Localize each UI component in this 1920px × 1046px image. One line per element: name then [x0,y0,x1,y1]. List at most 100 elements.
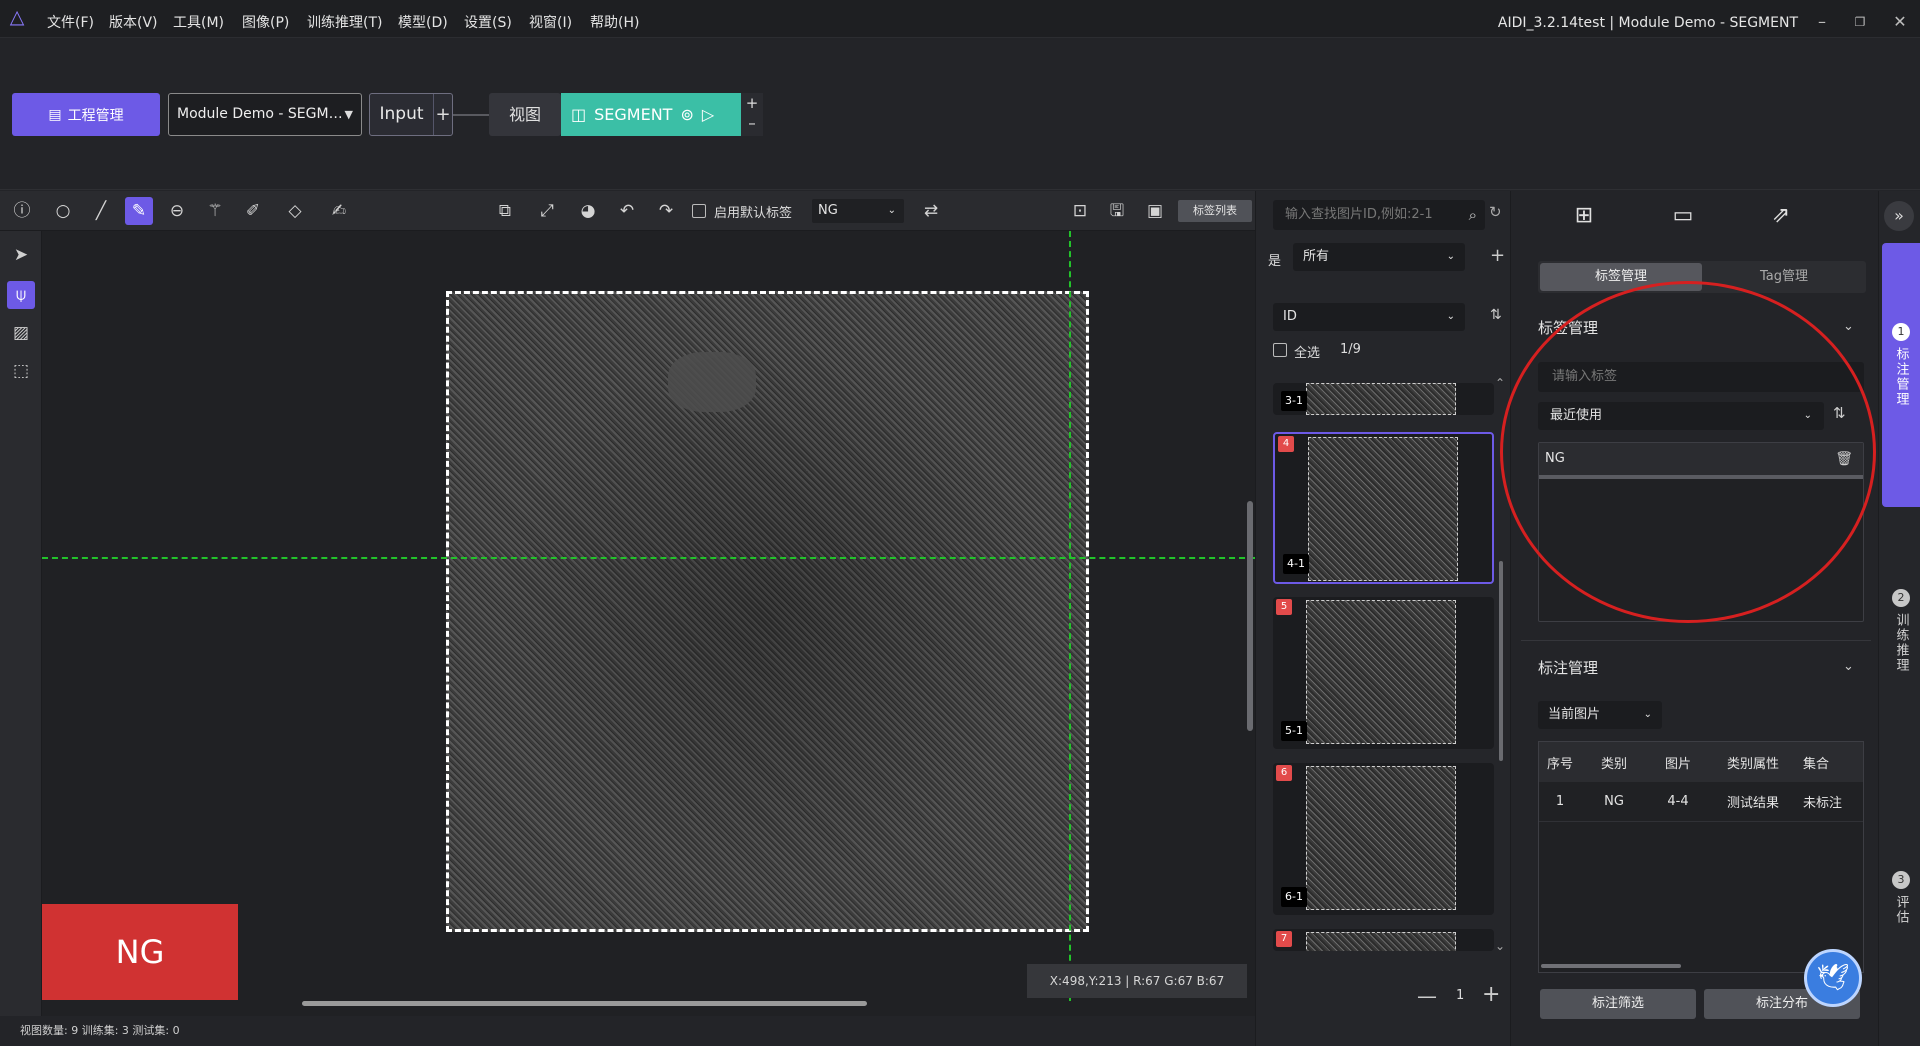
sort-order-icon[interactable]: ⇅ [1490,307,1502,323]
vertical-scrollbar[interactable] [1247,501,1253,731]
horizontal-scrollbar[interactable] [302,1001,867,1006]
menu-file[interactable]: 文件(F) [47,0,94,38]
crosshair-vertical [1069,231,1071,1001]
menu-version[interactable]: 版本(V) [109,0,158,38]
label-input[interactable]: 请输入标签 [1538,362,1864,392]
eraser-icon[interactable]: ◇ [281,197,309,225]
magic-wand-icon[interactable]: ⚚ [201,197,229,225]
page-next-button[interactable]: + [1482,982,1500,1007]
image-canvas[interactable]: NG X:498,Y:213 | R:67 G:67 B:67 [42,231,1255,1016]
menu-window[interactable]: 视窗(I) [529,0,572,38]
view-node[interactable]: 视图 [489,93,561,136]
thumbnail-index: 4 [1278,436,1294,452]
info-icon[interactable]: ⓘ [8,197,36,225]
menu-tools[interactable]: 工具(M) [173,0,224,38]
circle-split-tool-icon[interactable]: ⊖ [163,197,191,225]
workflow-rail: » 1 标注管理 2 训练推理 3 评估 [1878,191,1920,1046]
palette-icon[interactable]: ◕ [574,197,602,225]
project-manage-button[interactable]: ▤ 工程管理 [12,93,160,136]
save-icon[interactable]: 🖫 [1103,197,1131,225]
brush-tool-icon[interactable]: ✐ [239,197,267,225]
thumbnail-image [1306,600,1456,744]
collapse-icon[interactable]: » [1884,201,1914,231]
step-label: 训练推理 [1893,613,1909,673]
thumbnail-image [1306,932,1456,951]
step-evaluate[interactable]: 3 评估 [1882,871,1920,971]
roi-icon[interactable]: ⬚ [7,357,35,385]
menu-settings[interactable]: 设置(S) [464,0,512,38]
ok-icon[interactable]: ⊡ [1066,197,1094,225]
scroll-top-icon[interactable]: ⌃ [1495,376,1505,390]
step-train[interactable]: 2 训练推理 [1882,589,1920,709]
image-thumbnail[interactable]: 6 6-1 [1273,763,1494,915]
menu-help[interactable]: 帮助(H) [590,0,639,38]
add-image-icon[interactable]: + [1490,245,1505,266]
location-icon[interactable]: ⊚ [680,105,693,124]
polygon-pen-tool-icon[interactable]: ✎ [125,197,153,225]
chevron-down-icon: ⌄ [887,205,896,216]
image-list-panel: 输入查找图片ID,例如:2-1 ⌕ ↻ 是 所有 ⌄ + ID ⌄ ⇅ 全选 1… [1255,191,1510,1046]
trash-icon[interactable]: 🗑 [1835,443,1853,475]
step-number: 3 [1892,871,1910,889]
segment-node[interactable]: ◫ SEGMENT ⊚ ▷ [561,93,741,136]
recent-select[interactable]: 最近使用 ⌄ [1538,402,1824,430]
image-thumbnail[interactable]: 7 [1273,929,1494,951]
restore-icon[interactable]: ❐ [1850,12,1870,32]
tab-tag-management[interactable]: Tag管理 [1704,263,1864,291]
add-image-icon[interactable]: ⊞ [1569,203,1599,231]
export-image-icon[interactable]: ⇗ [1766,203,1796,231]
scroll-bottom-icon[interactable]: ⌄ [1495,939,1505,953]
image-adjust-icon[interactable]: ⧉ [491,197,519,225]
line-tool-icon[interactable]: ╱ [87,197,115,225]
menu-model[interactable]: 模型(D) [398,0,448,38]
ellipse-tool-icon[interactable]: ○ [49,197,77,225]
undo-icon[interactable]: ↶ [613,197,641,225]
select-all-checkbox[interactable] [1273,343,1287,357]
refresh-icon[interactable]: ↻ [1489,203,1502,221]
labels-list-dropdown[interactable]: 标签列表 [1178,200,1252,222]
step-annotate[interactable]: 1 标注管理 [1882,243,1920,507]
edit-icon[interactable]: ✍ [325,197,353,225]
annotated-image[interactable] [446,291,1089,932]
module-select[interactable]: Module Demo - SEGM… ▼ [168,93,362,136]
select-pointer-icon[interactable]: ➤ [7,241,35,269]
minimize-icon[interactable]: – [1812,12,1832,32]
close-icon[interactable]: ✕ [1890,12,1910,32]
image-thumbnail[interactable]: 5 5-1 [1273,597,1494,749]
image-thumbnail-selected[interactable]: 4 4-1 [1273,432,1494,584]
label-item[interactable]: NG 🗑 [1539,443,1863,479]
chevron-down-icon[interactable]: ⌄ [1843,659,1854,674]
image-filter-select[interactable]: 所有 ⌄ [1293,243,1465,271]
assistant-bird-icon[interactable]: 🕊 [1804,949,1862,1007]
swap-icon[interactable]: ⇄ [917,197,945,225]
default-label-checkbox[interactable] [692,204,706,218]
image-search-input[interactable]: 输入查找图片ID,例如:2-1 ⌕ [1273,200,1485,230]
play-icon[interactable]: ▷ [702,105,714,124]
project-manage-label: 工程管理 [67,107,124,124]
save-as-icon[interactable]: ▣ [1141,197,1169,225]
image-thumbnail[interactable]: 3-1 [1273,383,1494,415]
default-label-select[interactable]: NG ⌄ [812,199,904,223]
annotate-icon[interactable]: ⍦ [7,281,35,309]
chevron-down-icon[interactable]: ⌄ [1843,319,1854,334]
remove-icon[interactable]: – [741,113,763,133]
menu-train[interactable]: 训练推理(T) [307,0,382,38]
page-prev-button[interactable]: — [1417,984,1437,1008]
hatch-icon[interactable]: ▨ [7,319,35,347]
redo-icon[interactable]: ↷ [652,197,680,225]
table-row[interactable]: 1 NG 4-4 测试结果 未标注 [1539,782,1863,822]
add-node-icon[interactable]: + [434,104,452,125]
table-scrollbar[interactable] [1541,964,1681,968]
fit-view-icon[interactable]: ⤢ [533,197,561,225]
image-list-scrollbar[interactable] [1499,561,1503,761]
sort-list-icon[interactable]: ⇅ [1833,404,1846,422]
tab-label-management[interactable]: 标签管理 [1540,263,1702,291]
add-icon[interactable]: + [741,93,763,113]
annotation-filter-button[interactable]: 标注筛选 [1540,989,1696,1019]
open-folder-icon[interactable]: ▭ [1668,203,1698,231]
menu-image[interactable]: 图像(P) [242,0,289,38]
annotation-scope-select[interactable]: 当前图片 ⌄ [1538,701,1662,729]
search-icon[interactable]: ⌕ [1469,200,1477,230]
input-node[interactable]: Input + [369,93,453,136]
sort-select[interactable]: ID ⌄ [1273,303,1465,331]
